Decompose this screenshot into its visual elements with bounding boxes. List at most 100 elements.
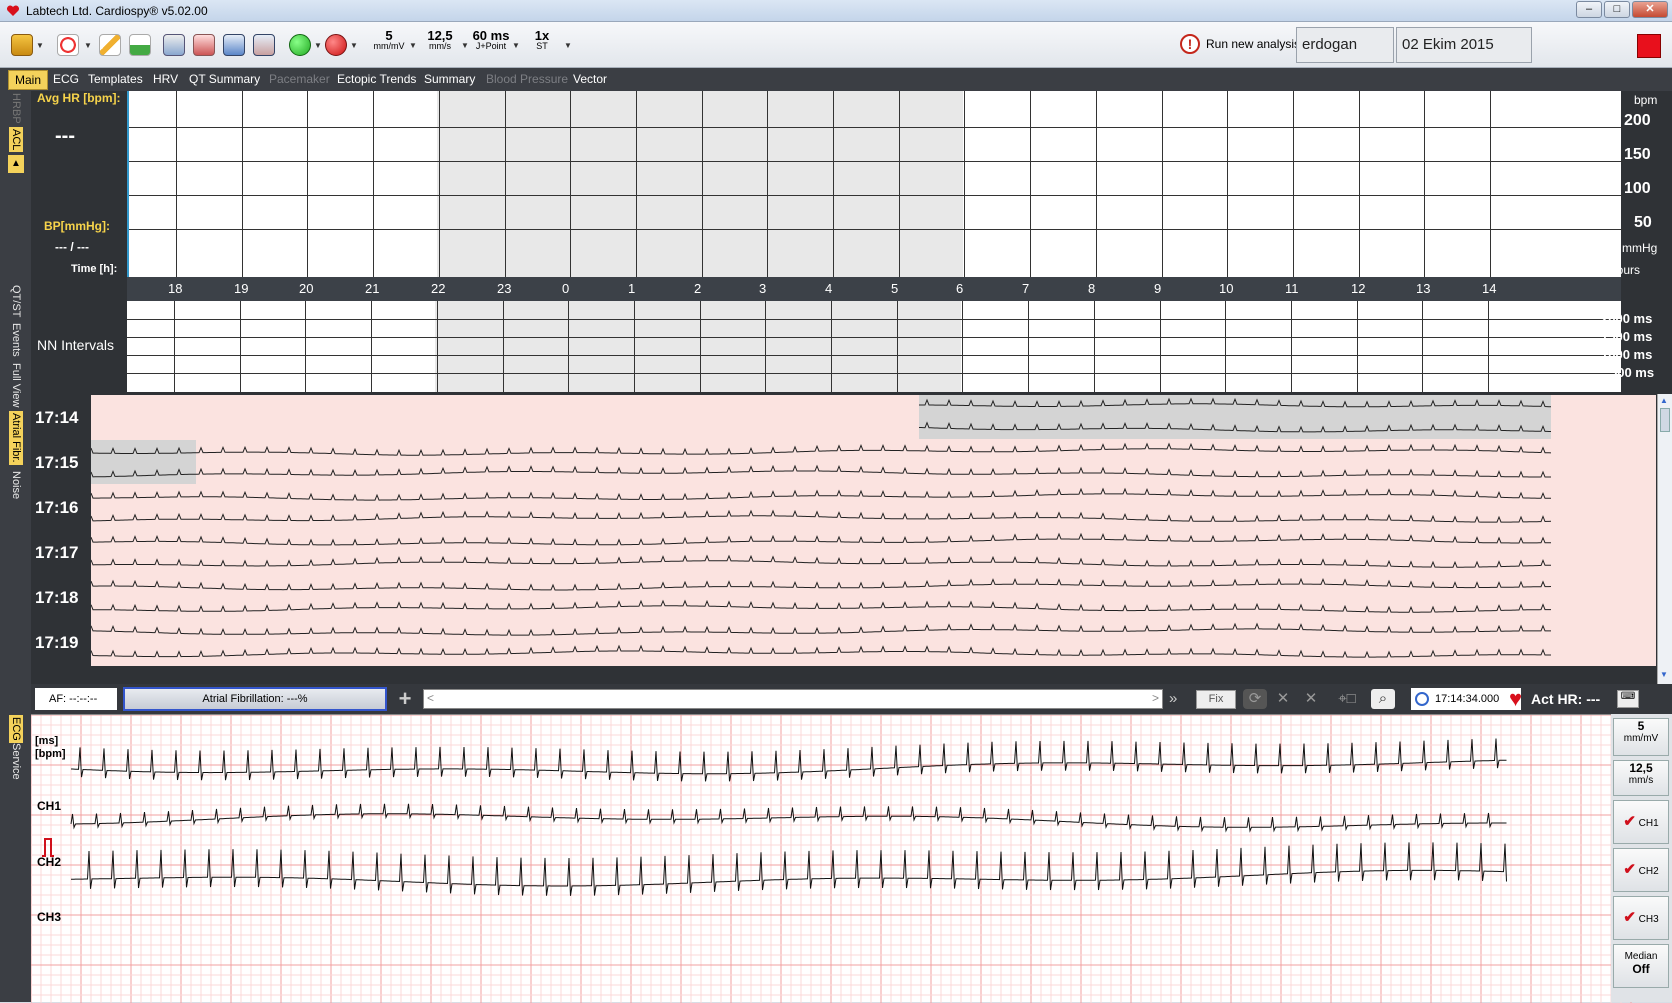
toolbar: ▼ ▼ ▼ ▼ 5 mm/mV ▼ 12,5 mm/s ▼ 60 ms J+Point… xyxy=(0,22,1672,87)
trace-row[interactable]: 17:16 xyxy=(31,484,1656,532)
refresh-icon[interactable]: ⟳ xyxy=(1243,689,1267,709)
keyboard-icon[interactable]: ⌨ xyxy=(1617,690,1639,708)
gain-setting[interactable]: 5 mm/mV xyxy=(368,29,410,52)
trace-row[interactable]: 17:19 xyxy=(31,619,1656,667)
chevron-down-icon[interactable]: ▼ xyxy=(461,41,469,50)
ecg-trace xyxy=(91,532,1551,568)
grid-line xyxy=(1293,91,1294,277)
tab-main[interactable]: Main xyxy=(8,70,49,90)
analysis-button[interactable] xyxy=(56,30,80,60)
time-axis-label: Time [h]: xyxy=(71,263,118,275)
select-region-icon[interactable]: ⌖□ xyxy=(1327,689,1367,709)
title-bar: Labtech Ltd. Cardiospy® v5.02.00 – □ ✕ xyxy=(0,0,1672,22)
grid-line xyxy=(634,301,635,392)
stop-button[interactable] xyxy=(1637,34,1661,58)
grid-line xyxy=(240,301,241,392)
scroll-left-icon[interactable]: < xyxy=(427,691,434,705)
ch3-toggle[interactable]: ✔ CH3 xyxy=(1613,896,1669,940)
scroll-right-icon[interactable]: > xyxy=(1152,691,1159,705)
side-tab-noise[interactable]: Noise xyxy=(10,471,22,499)
collapse-up-icon[interactable]: ▲ xyxy=(8,155,24,173)
gain-button[interactable]: 5 mm/mV xyxy=(1613,718,1669,756)
gain-unit: mm/mV xyxy=(1623,733,1659,744)
scroll-up-icon[interactable]: ▲ xyxy=(1660,396,1670,406)
fast-forward-icon[interactable]: » xyxy=(1169,690,1177,707)
ecg-strip-panel[interactable]: [ms] [bpm] CH1 CH2 CH3 xyxy=(31,714,1641,1003)
maximize-button[interactable]: □ xyxy=(1604,1,1630,18)
status-button[interactable] xyxy=(288,30,312,60)
scroll-down-icon[interactable]: ▼ xyxy=(1660,670,1670,680)
export-button[interactable] xyxy=(222,30,246,60)
chevron-down-icon[interactable]: ▼ xyxy=(512,41,520,50)
tab-templates[interactable]: Templates xyxy=(88,72,143,86)
grid-line xyxy=(373,91,374,277)
grid-line xyxy=(1359,91,1360,277)
grid-line xyxy=(1094,301,1095,392)
side-tab-ecg[interactable]: ECG xyxy=(9,715,23,743)
alarm-button[interactable] xyxy=(324,30,348,60)
tab-qt-summary[interactable]: QT Summary xyxy=(189,72,260,86)
delete-marker-icon[interactable]: ✕ xyxy=(1271,689,1295,709)
grid-line xyxy=(1490,91,1491,277)
side-tab-full-view[interactable]: Full View xyxy=(10,363,22,407)
tab-ecg[interactable]: ECG xyxy=(53,72,79,86)
tab-ectopic-trends[interactable]: Ectopic Trends xyxy=(337,72,416,86)
chevron-down-icon[interactable]: ▼ xyxy=(564,41,572,50)
grid-line xyxy=(568,301,569,392)
tab-vector[interactable]: Vector xyxy=(573,72,607,86)
grid-line xyxy=(307,91,308,277)
grid-line xyxy=(1291,301,1292,392)
print-button[interactable] xyxy=(162,30,186,60)
mmhg-unit: mmHg xyxy=(1622,241,1658,255)
tab-summary[interactable]: Summary xyxy=(424,72,475,86)
speed-button[interactable]: 12,5 mm/s xyxy=(1613,760,1669,796)
ch1-toggle[interactable]: ✔ CH1 xyxy=(1613,800,1669,844)
tab-hrv[interactable]: HRV xyxy=(153,72,178,86)
chevron-down-icon[interactable]: ▼ xyxy=(350,41,358,50)
side-tab-atrial-fibr[interactable]: Atrial Fibr. xyxy=(9,411,23,465)
print-ecg-button[interactable] xyxy=(192,30,216,60)
chevron-down-icon[interactable]: ▼ xyxy=(314,41,322,50)
horizontal-scrollbar[interactable]: < > xyxy=(423,689,1163,709)
grid-line xyxy=(1160,301,1161,392)
trace-row[interactable]: 17:17 xyxy=(31,529,1656,577)
side-tab-qtst[interactable]: QT/ST xyxy=(10,285,22,317)
close-button[interactable]: ✕ xyxy=(1632,1,1668,18)
add-icon[interactable]: + xyxy=(393,688,417,710)
minimize-button[interactable]: – xyxy=(1576,1,1602,18)
side-tab-events[interactable]: Events xyxy=(10,323,22,357)
hour-tick: 22 xyxy=(431,281,446,296)
hr-trend-grid[interactable] xyxy=(127,91,1623,277)
zoom-icon[interactable]: ⌕ xyxy=(1371,689,1395,709)
current-time-field[interactable]: 17:14:34.000 xyxy=(1411,688,1521,710)
jpoint-setting[interactable]: 60 ms J+Point xyxy=(470,29,512,52)
side-tab-acl[interactable]: ACL xyxy=(9,127,23,153)
side-tab-service[interactable]: Service xyxy=(10,743,22,780)
chevron-down-icon[interactable]: ▼ xyxy=(84,41,92,50)
trace-row[interactable]: 17:18 xyxy=(31,574,1656,622)
grid-line xyxy=(176,91,177,277)
nn-grid[interactable] xyxy=(127,301,1621,392)
nn-tick: 500 ms xyxy=(1610,365,1655,380)
send-button[interactable] xyxy=(252,30,276,60)
save-button[interactable] xyxy=(128,30,152,60)
clear-marker-icon[interactable]: ✕ xyxy=(1299,689,1323,709)
side-tab-hr: HR xyxy=(10,93,22,109)
speed-setting[interactable]: 12,5 mm/s xyxy=(420,29,460,52)
grid-line xyxy=(371,301,372,392)
st-setting[interactable]: 1x ST xyxy=(528,29,556,52)
chevron-down-icon[interactable]: ▼ xyxy=(36,41,44,50)
median-button[interactable]: Median Off xyxy=(1613,944,1669,988)
scroll-thumb[interactable] xyxy=(1660,408,1670,432)
fix-button[interactable]: Fix xyxy=(1196,690,1236,709)
edit-button[interactable] xyxy=(98,30,122,60)
trace-row[interactable]: 17:15 xyxy=(31,439,1656,487)
hour-tick: 11 xyxy=(1285,281,1299,296)
tab-pacemaker: Pacemaker xyxy=(269,72,330,86)
trace-row[interactable]: 17:14 xyxy=(31,394,1656,442)
vertical-scrollbar[interactable]: ▲ ▼ xyxy=(1657,394,1672,684)
actual-hr: Act HR: --- xyxy=(1531,691,1601,707)
chevron-down-icon[interactable]: ▼ xyxy=(409,41,417,50)
ch2-toggle[interactable]: ✔ CH2 xyxy=(1613,848,1669,892)
open-record-button[interactable] xyxy=(10,30,34,60)
